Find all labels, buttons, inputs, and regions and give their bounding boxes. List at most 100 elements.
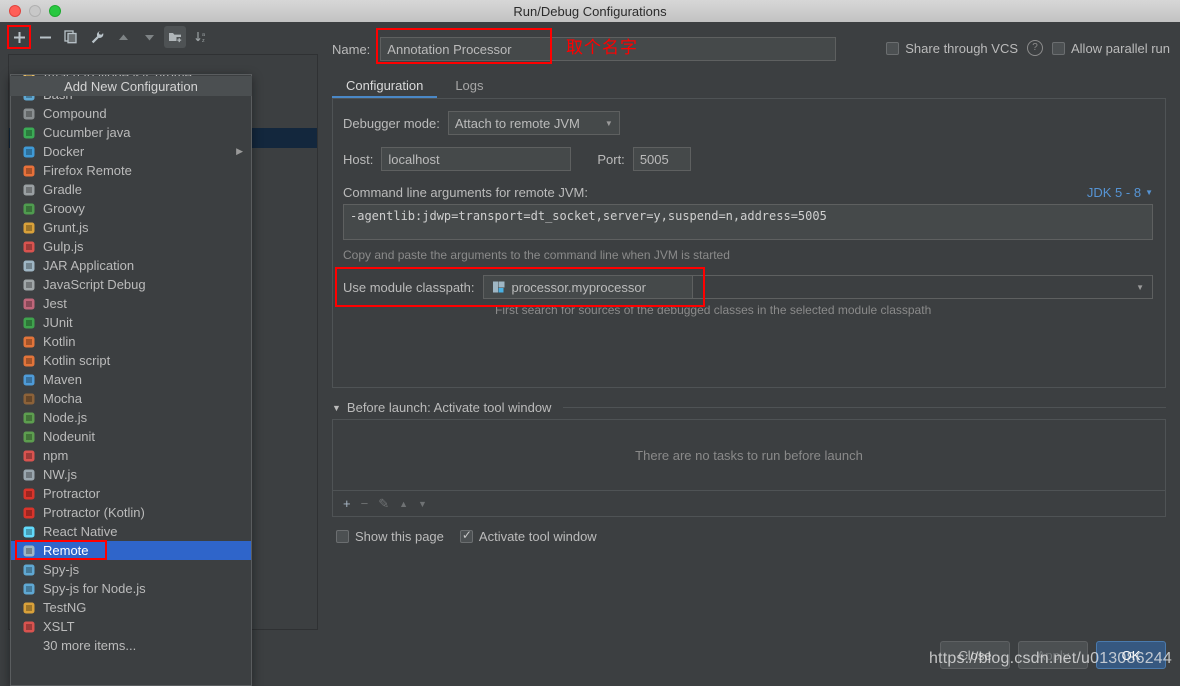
config-type-label: Protractor [43, 486, 101, 501]
kotlin-script-icon [21, 353, 37, 369]
config-type-item[interactable]: JUnit [11, 313, 251, 332]
share-vcs-checkbox-box[interactable] [886, 41, 900, 55]
host-input[interactable] [381, 147, 572, 171]
close-button[interactable]: Close [940, 641, 1010, 669]
config-type-item[interactable]: npm [11, 446, 251, 465]
add-new-configuration-popup[interactable]: Attach to Node.js/ChromeBashCompoundCucu… [10, 74, 252, 686]
debugger-mode-value: Attach to remote JVM [454, 115, 580, 131]
close-window-button[interactable] [9, 5, 21, 17]
cucumber-icon [21, 125, 37, 141]
host-port-row: Host: Port: [333, 147, 1165, 171]
name-input[interactable] [380, 37, 837, 61]
config-type-item[interactable]: Maven [11, 370, 251, 389]
name-row: Name: 取个名字 Share through VCS ? Allow par… [318, 22, 1180, 64]
kotlin-icon [21, 334, 37, 350]
config-type-item[interactable]: Spy-js [11, 560, 251, 579]
activate-tool-window-checkbox-box[interactable] [459, 528, 473, 543]
share-vcs-label: Share through VCS [905, 40, 1018, 56]
edit-templates-button[interactable] [86, 26, 108, 48]
docker-icon [21, 144, 37, 160]
config-type-item[interactable]: Grunt.js [11, 218, 251, 237]
copy-configuration-button[interactable] [60, 26, 82, 48]
config-type-item[interactable]: Gulp.js [11, 237, 251, 256]
config-type-item[interactable]: Nodeunit [11, 427, 251, 446]
config-type-label: Gulp.js [43, 239, 84, 254]
jdk-version-label: JDK 5 - 8 [1086, 185, 1142, 200]
config-type-item[interactable]: JAR Application [11, 256, 251, 275]
move-up-button[interactable] [112, 26, 134, 48]
config-type-item[interactable]: Groovy [11, 199, 251, 218]
config-type-item[interactable]: Protractor (Kotlin) [11, 503, 251, 522]
config-type-item[interactable]: JavaScript Debug [11, 275, 251, 294]
apply-button[interactable]: Apply [1018, 641, 1088, 669]
gulp-icon [21, 239, 37, 255]
tab-logs[interactable]: Logs [441, 75, 497, 98]
config-type-item[interactable]: Kotlin [11, 332, 251, 351]
config-type-item[interactable]: NW.js [11, 465, 251, 484]
allow-parallel-checkbox-box[interactable] [1052, 41, 1065, 55]
share-through-vcs-checkbox[interactable]: Share through VCS [886, 41, 1018, 56]
config-type-item[interactable]: XSLT [11, 617, 251, 636]
nodejs-icon [21, 410, 37, 426]
port-label: Port: [597, 151, 625, 167]
grunt-icon [21, 220, 37, 236]
config-type-label: Firefox Remote [43, 163, 132, 178]
activate-tool-window-label: Activate tool window [478, 529, 597, 544]
module-classpath-value-box[interactable]: processor.myprocessor [482, 275, 693, 299]
activate-tool-window-checkbox[interactable]: Activate tool window [459, 528, 597, 544]
jest-icon [21, 296, 37, 312]
show-this-page-checkbox[interactable]: Show this page [336, 529, 444, 544]
module-classpath-row: Use module classpath: processor.myproces… [333, 267, 1165, 307]
move-down-button[interactable] [138, 26, 160, 48]
sort-alphabetically-button[interactable]: a z [190, 26, 212, 48]
minimize-window-button[interactable] [29, 5, 41, 17]
ok-button[interactable]: OK [1096, 641, 1166, 669]
chevron-down-icon: ▼ [1136, 282, 1144, 292]
config-type-item[interactable]: Jest [11, 294, 251, 313]
jdk-version-selector[interactable]: JDK 5 - 8 ▼ [1087, 185, 1153, 200]
new-folder-button[interactable] [164, 26, 186, 48]
host-label: Host: [343, 151, 374, 167]
config-type-item[interactable]: Remote [11, 540, 251, 560]
config-type-item[interactable]: React Native [11, 522, 251, 541]
config-type-item[interactable]: Compound [11, 104, 251, 123]
before-launch-task-list[interactable]: There are no tasks to run before launch [332, 419, 1166, 491]
add-configuration-button[interactable] [7, 25, 31, 49]
zoom-window-button[interactable] [49, 5, 61, 17]
protractor-kotlin-icon [21, 505, 37, 521]
remove-configuration-button[interactable] [34, 26, 56, 48]
help-icon[interactable]: ? [1027, 40, 1043, 56]
config-type-item[interactable]: Spy-js for Node.js [11, 579, 251, 598]
command-line-hint: Copy and paste the arguments to the comm… [343, 248, 730, 262]
allow-parallel-run-checkbox[interactable]: Allow parallel run [1052, 41, 1170, 56]
command-line-arguments-field[interactable]: -agentlib:jdwp=transport=dt_socket,serve… [343, 204, 1153, 240]
show-page-checkbox-box[interactable] [336, 530, 349, 543]
config-type-item[interactable]: Node.js [11, 408, 251, 427]
before-launch-header[interactable]: ▼ Before launch: Activate tool window [332, 400, 1166, 415]
config-type-item[interactable]: Firefox Remote [11, 161, 251, 180]
collapse-triangle-icon[interactable]: ▼ [332, 403, 341, 413]
before-launch-title: Before launch: Activate tool window [346, 400, 552, 415]
config-type-item[interactable]: Mocha [11, 389, 251, 408]
config-type-item[interactable]: Kotlin script [11, 351, 251, 370]
configurations-toolbar: a z [0, 22, 318, 52]
chevron-down-icon: ▼ [1145, 188, 1153, 197]
configuration-type-list[interactable]: Attach to Node.js/ChromeBashCompoundCucu… [11, 75, 251, 655]
compound-icon [21, 106, 37, 122]
config-type-item[interactable]: Protractor [11, 484, 251, 503]
before-launch-divider [563, 407, 1166, 408]
config-type-item[interactable]: 30 more items... [11, 636, 251, 655]
port-input[interactable] [632, 147, 691, 171]
config-type-label: npm [43, 448, 69, 463]
module-classpath-dropdown[interactable]: ▼ [692, 275, 1153, 299]
config-type-item[interactable]: TestNG [11, 598, 251, 617]
tab-configuration[interactable]: Configuration [332, 75, 438, 98]
config-type-item[interactable]: Cucumber java [11, 123, 251, 142]
config-type-label: Mocha [43, 391, 83, 406]
config-type-label: Kotlin [43, 334, 76, 349]
debugger-mode-select[interactable]: Attach to remote JVM ▼ [447, 111, 620, 135]
config-type-item[interactable]: Gradle [11, 180, 251, 199]
config-type-label: Jest [43, 296, 67, 311]
config-type-item[interactable]: Docker ▶ [11, 142, 251, 161]
before-launch-add-button[interactable]: + [343, 496, 351, 511]
